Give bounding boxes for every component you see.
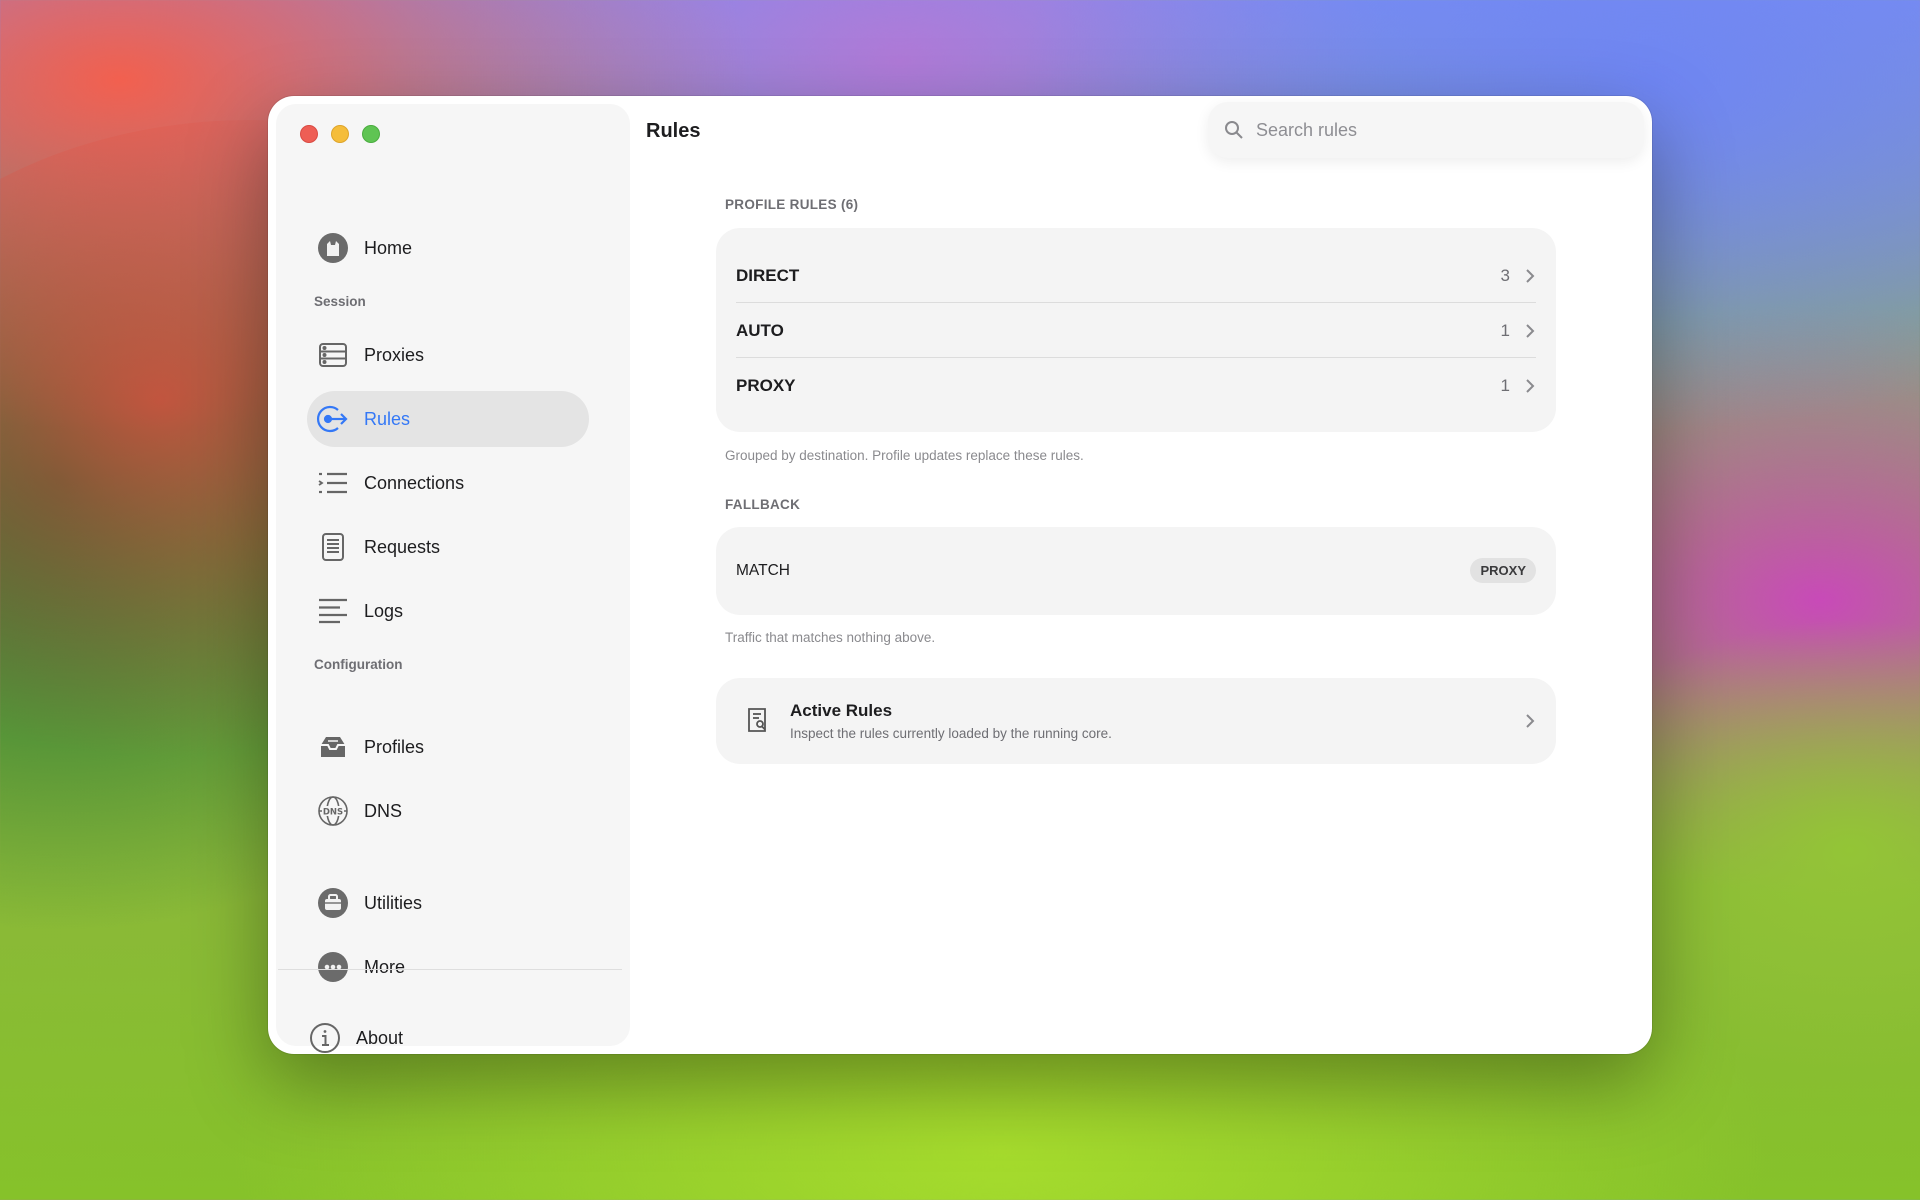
sidebar-item-more[interactable]: More [307, 939, 589, 995]
app-window: Home Session Proxies Rules Connections R… [268, 96, 1652, 1054]
sidebar-item-label: Proxies [364, 344, 425, 365]
profile-rules-heading: PROFILE RULES (6) [725, 197, 859, 212]
window-controls [300, 125, 380, 143]
active-rules-card[interactable]: Active Rules Inspect the rules currently… [716, 678, 1556, 764]
text-lines-icon [316, 594, 350, 628]
minimize-button[interactable] [331, 125, 349, 143]
tray-icon [316, 730, 350, 764]
ellipsis-circle-icon [316, 950, 350, 984]
route-arrow-icon [316, 402, 350, 436]
briefcase-icon [316, 886, 350, 920]
sidebar-item-label: More [364, 956, 406, 977]
section-label-session: Session [314, 294, 366, 309]
svg-text:DNS: DNS [323, 808, 343, 818]
active-rules-title: Active Rules [790, 701, 893, 720]
rule-count: 1 [1500, 375, 1510, 395]
rule-name: AUTO [736, 320, 784, 340]
rule-row-direct[interactable]: DIRECT 3 [736, 248, 1536, 303]
profile-rules-footnote: Grouped by destination. Profile updates … [725, 448, 1084, 463]
sidebar-item-connections[interactable]: Connections [307, 455, 589, 511]
sidebar-item-logs[interactable]: Logs [307, 583, 589, 639]
sidebar-item-dns[interactable]: DNS DNS [307, 783, 589, 839]
sidebar-item-label: Rules [364, 408, 411, 429]
fallback-heading: FALLBACK [725, 497, 801, 512]
fallback-card: MATCH PROXY [716, 527, 1556, 615]
sidebar-item-about[interactable]: About [299, 1010, 581, 1054]
zoom-button[interactable] [362, 125, 380, 143]
rule-row-proxy[interactable]: PROXY 1 [736, 358, 1536, 413]
rule-count: 3 [1500, 265, 1510, 285]
sidebar-item-rules[interactable]: Rules [307, 391, 589, 447]
rule-name: DIRECT [736, 265, 800, 285]
document-list-icon [316, 530, 350, 564]
search-field[interactable] [1208, 102, 1644, 158]
list-icon [316, 466, 350, 500]
sidebar: Home Session Proxies Rules Connections R… [276, 104, 630, 1046]
document-search-icon [746, 707, 770, 735]
sidebar-item-proxies[interactable]: Proxies [307, 327, 589, 383]
sidebar-item-requests[interactable]: Requests [307, 519, 589, 575]
profile-rules-card: DIRECT 3 AUTO 1 PROXY 1 [716, 228, 1556, 432]
section-label-configuration: Configuration [314, 657, 403, 672]
fallback-rule: MATCH [736, 561, 790, 579]
info-circle-icon [308, 1021, 342, 1054]
sidebar-item-label: Logs [364, 600, 404, 621]
sidebar-item-label: DNS [364, 800, 403, 821]
sidebar-item-home[interactable]: Home [307, 220, 589, 276]
search-input[interactable] [1256, 119, 1616, 141]
sidebar-item-label: Connections [364, 472, 465, 493]
cat-avatar-icon [316, 231, 350, 265]
chevron-right-icon [1524, 268, 1536, 284]
sidebar-item-label: About [356, 1027, 404, 1048]
chevron-right-icon [1524, 713, 1536, 729]
search-icon [1224, 120, 1244, 140]
fallback-row[interactable]: MATCH PROXY [736, 543, 1536, 598]
chevron-right-icon [1524, 323, 1536, 339]
rule-row-auto[interactable]: AUTO 1 [736, 303, 1536, 358]
sidebar-item-label: Requests [364, 536, 441, 557]
sidebar-divider [278, 969, 622, 970]
rule-count: 1 [1500, 320, 1510, 340]
active-rules-subtitle: Inspect the rules currently loaded by th… [790, 726, 1112, 741]
server-icon [316, 338, 350, 372]
page-title: Rules [646, 120, 701, 142]
sidebar-item-label: Profiles [364, 736, 425, 757]
fallback-footnote: Traffic that matches nothing above. [725, 630, 936, 645]
rule-name: PROXY [736, 375, 796, 395]
sidebar-item-profiles[interactable]: Profiles [307, 719, 589, 775]
sidebar-item-label: Utilities [364, 892, 423, 913]
sidebar-item-utilities[interactable]: Utilities [307, 875, 589, 931]
chevron-right-icon [1524, 378, 1536, 394]
dns-globe-icon: DNS [316, 794, 350, 828]
policy-badge: PROXY [1470, 558, 1536, 583]
close-button[interactable] [300, 125, 318, 143]
sidebar-item-label: Home [364, 237, 413, 258]
